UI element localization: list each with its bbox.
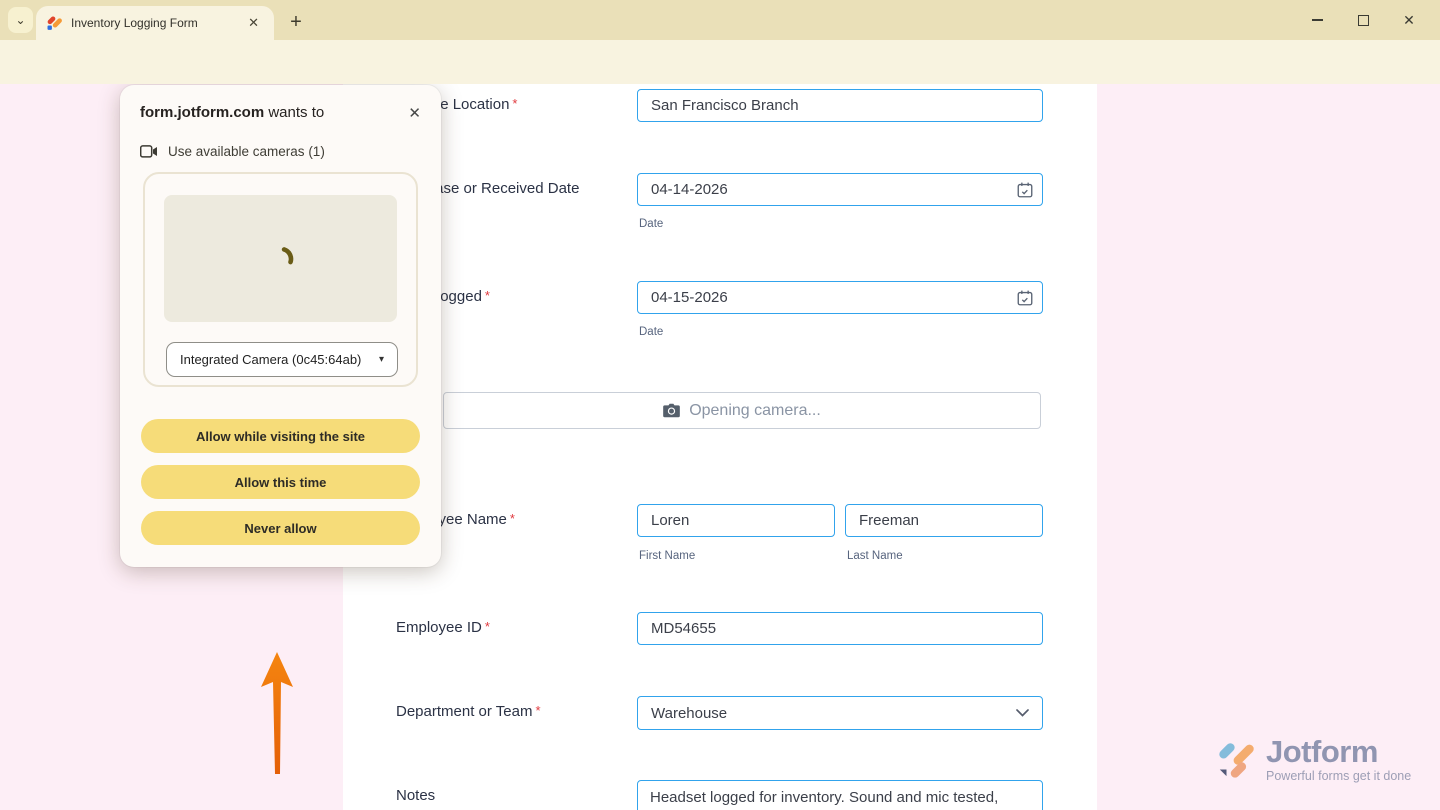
date-logged-sublabel: Date (639, 326, 663, 338)
camera-device-select[interactable]: Integrated Camera (0c45:64ab) ▾ (166, 342, 398, 377)
camera-permission-popup: form.jotform.com wants to ✕ Use availabl… (120, 85, 441, 567)
take-photo-button[interactable]: Opening camera... (443, 392, 1041, 429)
storage-location-input[interactable] (637, 89, 1043, 122)
caret-down-icon: ▾ (379, 354, 384, 365)
maximize-icon (1358, 15, 1369, 26)
camera-preview-frame: Integrated Camera (0c45:64ab) ▾ (143, 172, 418, 387)
window-maximize-button[interactable] (1340, 6, 1386, 34)
minimize-icon (1312, 19, 1323, 21)
camera-status-text: Opening camera... (689, 402, 821, 420)
watermark-brand: Jotform (1266, 737, 1411, 767)
close-icon: ✕ (1403, 13, 1415, 27)
window-minimize-button[interactable] (1294, 6, 1340, 34)
notes-label: Notes (396, 787, 435, 804)
required-asterisk: * (510, 511, 515, 526)
tab-search-button[interactable]: ⌄ (8, 7, 33, 33)
popup-close-button[interactable]: ✕ (403, 101, 426, 125)
date-logged-input[interactable] (637, 281, 1043, 314)
window-controls: ✕ (1294, 6, 1432, 34)
tab-close-icon[interactable]: ✕ (243, 13, 264, 33)
camera-preview (164, 195, 397, 322)
tab-strip: ⌄ Inventory Logging Form ✕ + ✕ (0, 0, 1440, 40)
employee-id-input[interactable] (637, 612, 1043, 645)
watermark-tagline: Powerful forms get it done (1266, 769, 1411, 783)
popup-request-row: Use available cameras (1) (140, 144, 325, 159)
employee-id-label: Employee ID* (396, 619, 490, 636)
required-asterisk: * (512, 96, 517, 111)
allow-while-visiting-button[interactable]: Allow while visiting the site (141, 419, 420, 453)
first-name-input[interactable] (637, 504, 835, 537)
notes-label-text: Notes (396, 787, 435, 804)
browser-toolbar: ← → Use camera? form.jotform.com/2610401… (0, 40, 1440, 84)
loading-spinner-icon (264, 242, 298, 276)
first-name-sublabel: First Name (639, 550, 695, 562)
employee-id-label-text: Employee ID (396, 619, 482, 636)
never-allow-button[interactable]: Never allow (141, 511, 420, 545)
browser-tab[interactable]: Inventory Logging Form ✕ (36, 6, 274, 40)
tab-title: Inventory Logging Form (71, 16, 243, 30)
plus-icon: + (290, 11, 302, 34)
browser-window: ⌄ Inventory Logging Form ✕ + ✕ ← → (0, 0, 1440, 810)
jotform-logo-icon (1216, 737, 1258, 781)
window-close-button[interactable]: ✕ (1386, 6, 1432, 34)
form-page: Storage Location* Purchase or Received D… (0, 84, 1440, 810)
new-tab-button[interactable]: + (282, 8, 310, 36)
department-selected-value: Warehouse (651, 705, 727, 722)
chevron-down-icon: ⌄ (15, 13, 25, 27)
purchase-date-input[interactable] (637, 173, 1043, 206)
camera-device-selected: Integrated Camera (0c45:64ab) (180, 352, 379, 367)
popup-title-suffix: wants to (264, 104, 324, 121)
required-asterisk: * (485, 619, 490, 634)
popup-request-label: Use available cameras (1) (168, 144, 325, 159)
department-label-text: Department or Team (396, 703, 532, 720)
camera-icon (663, 403, 680, 418)
videocam-icon (140, 145, 158, 158)
chevron-down-icon (1016, 709, 1029, 717)
department-select[interactable]: Warehouse (637, 696, 1043, 730)
required-asterisk: * (485, 288, 490, 303)
last-name-sublabel: Last Name (847, 550, 903, 562)
popup-origin: form.jotform.com (140, 104, 264, 121)
allow-this-time-button[interactable]: Allow this time (141, 465, 420, 499)
jotform-watermark[interactable]: Jotform Powerful forms get it done (1216, 737, 1411, 783)
watermark-text: Jotform Powerful forms get it done (1266, 737, 1411, 783)
required-asterisk: * (535, 703, 540, 718)
popup-title: form.jotform.com wants to (140, 104, 324, 121)
jotform-favicon-icon (46, 15, 62, 31)
department-label: Department or Team* (396, 703, 541, 720)
purchase-date-sublabel: Date (639, 218, 663, 230)
notes-textarea[interactable]: Headset logged for inventory. Sound and … (637, 780, 1043, 810)
annotation-arrow-up-icon (258, 568, 298, 780)
close-icon: ✕ (408, 105, 421, 122)
last-name-input[interactable] (845, 504, 1043, 537)
